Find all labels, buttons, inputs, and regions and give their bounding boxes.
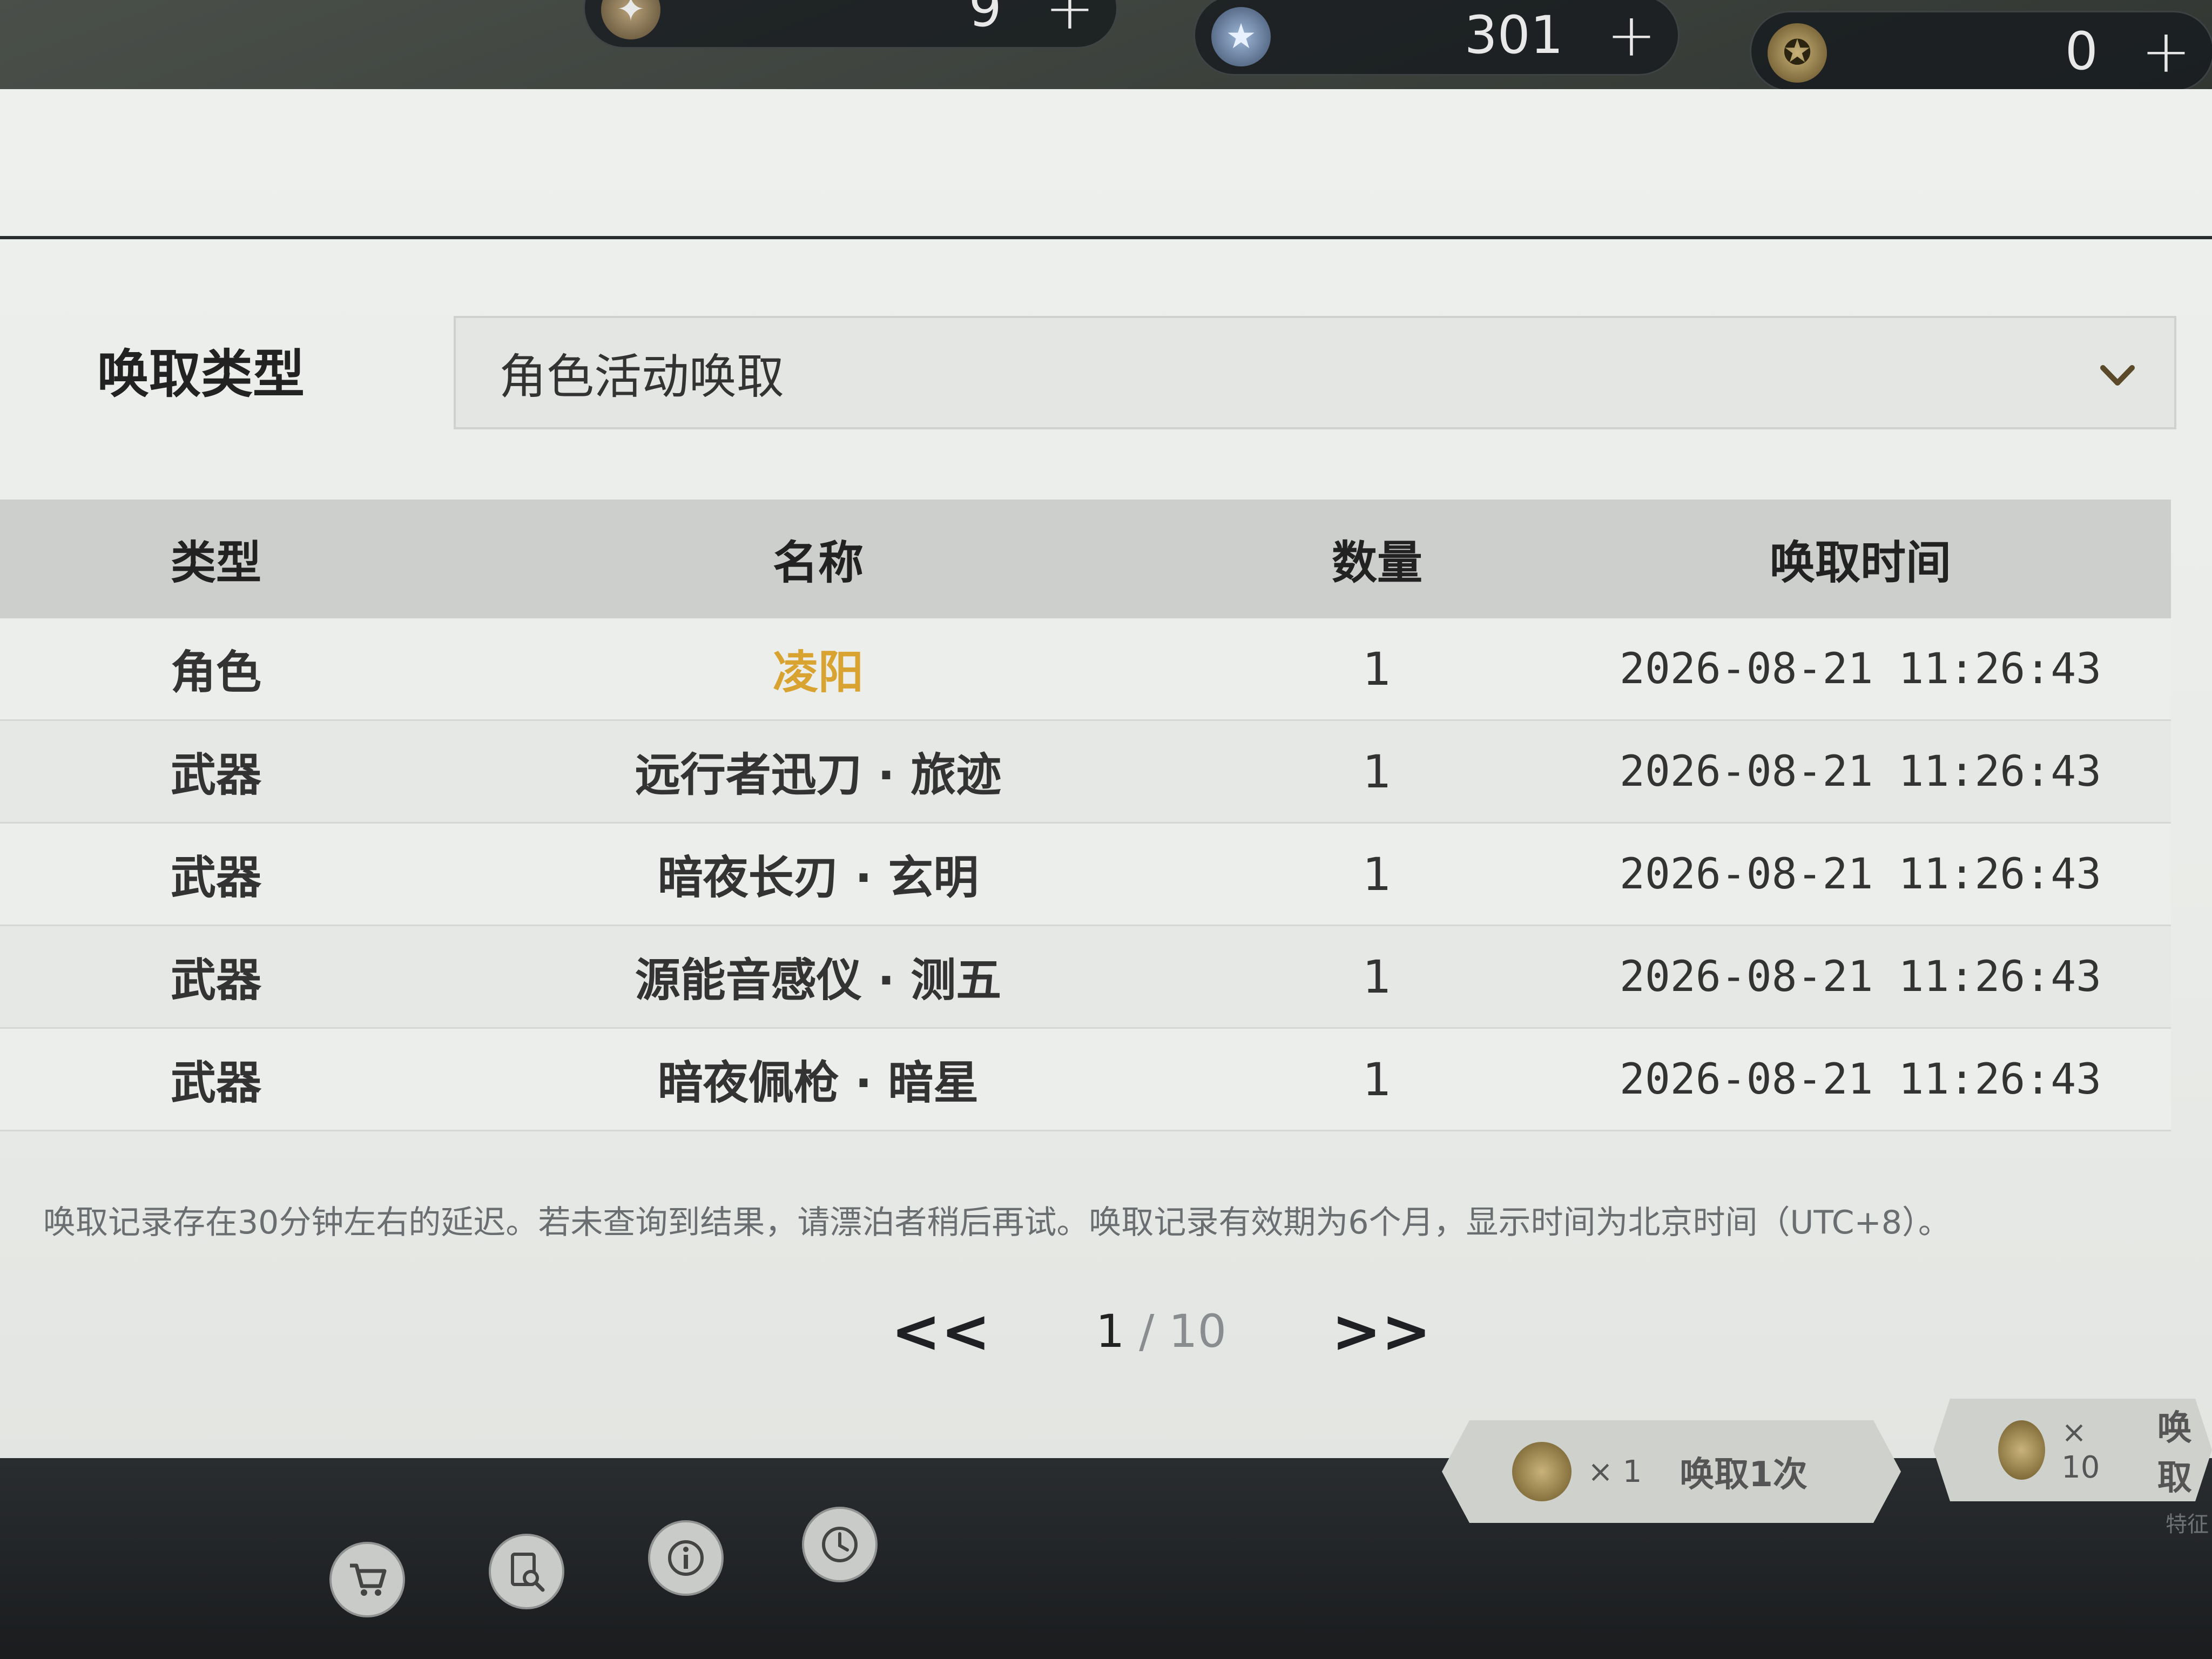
cell-quantity: 1 bbox=[1363, 642, 1392, 696]
prev-page-button[interactable]: << bbox=[891, 1297, 990, 1366]
summon-once-button[interactable]: × 1 唤取1次 bbox=[1442, 1420, 1901, 1523]
coin-icon: ✪ bbox=[1768, 23, 1827, 83]
header-divider bbox=[0, 236, 2212, 239]
header-type: 类型 bbox=[170, 536, 261, 589]
cell-type: 角色 bbox=[170, 646, 261, 699]
clock-icon bbox=[822, 1527, 858, 1562]
info-icon bbox=[668, 1540, 704, 1576]
medal-icon: ✦ bbox=[601, 0, 660, 39]
cell-time: 2026-08-21 11:26:43 bbox=[1619, 644, 2102, 693]
coin-icon bbox=[1998, 1420, 2046, 1480]
summon-type-label: 唤取类型 bbox=[97, 344, 305, 404]
cell-time: 2026-08-21 11:26:43 bbox=[1619, 952, 2102, 1001]
currency-pill-3: ✪ 0 + bbox=[1750, 11, 2212, 92]
details-button[interactable] bbox=[489, 1534, 564, 1609]
document-search-icon bbox=[511, 1553, 545, 1592]
currency-value: 9 bbox=[968, 0, 1002, 38]
cell-time: 2026-08-21 11:26:43 bbox=[1619, 849, 2102, 899]
cell-name: 源能音感仪 · 测五 bbox=[635, 954, 1002, 1007]
cell-name: 暗夜长刃 · 玄明 bbox=[657, 851, 979, 904]
next-page-button[interactable]: >> bbox=[1332, 1297, 1431, 1366]
cart-icon bbox=[350, 1563, 387, 1596]
table-row: 武器 远行者迅刀 · 旅迹 1 2026-08-21 11:26:43 bbox=[0, 721, 2171, 824]
cell-type: 武器 bbox=[170, 748, 261, 801]
cell-quantity: 1 bbox=[1363, 1053, 1392, 1106]
cell-type: 武器 bbox=[170, 1056, 261, 1109]
currency-value: 301 bbox=[1464, 5, 1563, 65]
cell-quantity: 1 bbox=[1363, 745, 1392, 798]
summon-history-table: 类型 名称 数量 唤取时间 角色 凌阳 1 2026-08-21 11:26:4… bbox=[0, 500, 2171, 1131]
add-currency-button[interactable]: + bbox=[2141, 22, 2191, 81]
currency-pill-1: ✦ 9 + bbox=[583, 0, 1118, 49]
summon-once-cost: × 1 bbox=[1588, 1454, 1642, 1489]
summon-ten-button[interactable]: × 10 唤取 bbox=[1933, 1399, 2212, 1501]
current-page: 1 bbox=[1095, 1305, 1125, 1358]
summon-ten-cost: × 10 bbox=[2061, 1415, 2100, 1485]
header-time: 唤取时间 bbox=[1769, 536, 1951, 589]
add-currency-button[interactable]: + bbox=[1607, 5, 1656, 65]
total-pages: 10 bbox=[1169, 1305, 1227, 1358]
cell-time: 2026-08-21 11:26:43 bbox=[1619, 747, 2102, 796]
cell-type: 武器 bbox=[170, 954, 261, 1007]
record-delay-note: 唤取记录存在30分钟左右的延迟。若未查询到结果，请漂泊者稍后再试。唤取记录有效期… bbox=[43, 1204, 1951, 1242]
table-header: 类型 名称 数量 唤取时间 bbox=[0, 500, 2171, 618]
star-icon: ★ bbox=[1211, 7, 1271, 66]
currency-bar: ✦ 9 + ★ 301 + ✪ 0 + bbox=[0, 0, 2212, 103]
cell-name: 远行者迅刀 · 旅迹 bbox=[635, 748, 1002, 801]
coin-icon bbox=[1512, 1442, 1572, 1501]
page-separator: / bbox=[1139, 1305, 1155, 1358]
pagination: << 1 / 10 >> bbox=[891, 1293, 1431, 1369]
cell-quantity: 1 bbox=[1363, 950, 1392, 1003]
summon-history-panel: 唤取类型 角色活动唤取 类型 名称 数量 唤取时间 角色 凌阳 1 2026-0… bbox=[0, 89, 2212, 1547]
add-currency-button[interactable]: + bbox=[1045, 0, 1095, 38]
summon-type-selected: 角色活动唤取 bbox=[499, 348, 785, 404]
currency-value: 0 bbox=[2065, 21, 2098, 82]
summon-type-dropdown[interactable]: 角色活动唤取 bbox=[454, 316, 2176, 429]
cell-name: 凌阳 bbox=[772, 646, 864, 699]
summon-once-label: 唤取1次 bbox=[1680, 1455, 1808, 1495]
history-button[interactable] bbox=[802, 1507, 878, 1582]
table-row: 武器 暗夜佩枪 · 暗星 1 2026-08-21 11:26:43 bbox=[0, 1029, 2171, 1131]
header-quantity: 数量 bbox=[1331, 536, 1422, 589]
table-row: 角色 凌阳 1 2026-08-21 11:26:43 bbox=[0, 618, 2171, 721]
cell-type: 武器 bbox=[170, 851, 261, 904]
table-body: 角色 凌阳 1 2026-08-21 11:26:43 武器 远行者迅刀 · 旅… bbox=[0, 618, 2171, 1131]
cell-name: 暗夜佩枪 · 暗星 bbox=[657, 1056, 979, 1109]
table-row: 武器 暗夜长刃 · 玄明 1 2026-08-21 11:26:43 bbox=[0, 824, 2171, 926]
corner-label: 特征 bbox=[2166, 1512, 2209, 1537]
page-indicator: 1 / 10 bbox=[1096, 1305, 1226, 1358]
header-name: 名称 bbox=[772, 536, 864, 589]
info-button[interactable] bbox=[648, 1520, 724, 1596]
cell-quantity: 1 bbox=[1363, 847, 1392, 901]
shop-button[interactable] bbox=[329, 1542, 405, 1617]
cell-time: 2026-08-21 11:26:43 bbox=[1619, 1055, 2102, 1104]
table-row: 武器 源能音感仪 · 测五 1 2026-08-21 11:26:43 bbox=[0, 926, 2171, 1029]
chevron-down-icon bbox=[2100, 365, 2135, 386]
currency-pill-2: ★ 301 + bbox=[1193, 0, 1680, 76]
